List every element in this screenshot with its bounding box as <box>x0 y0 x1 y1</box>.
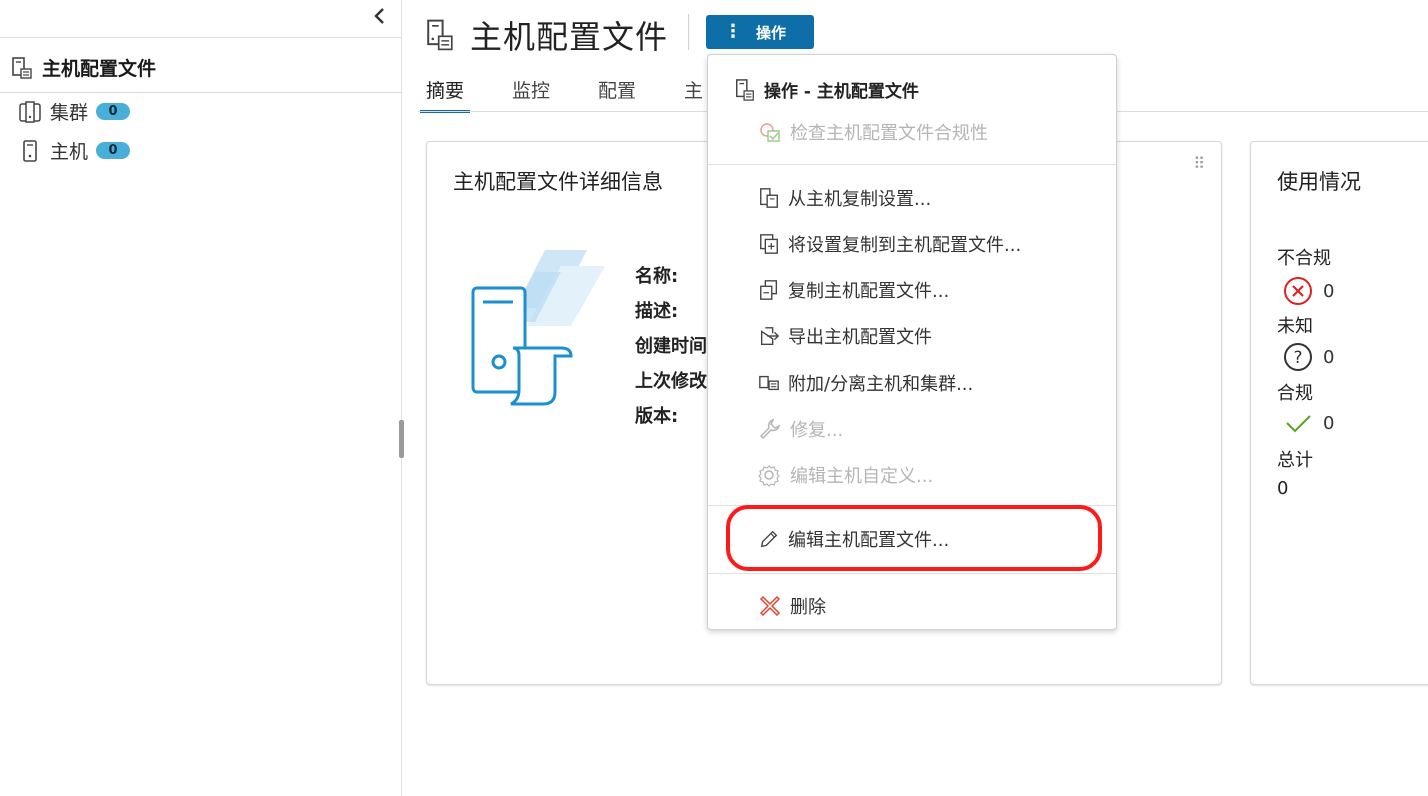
menu-item-label: 导出主机配置文件 <box>788 327 932 348</box>
wrench-icon <box>759 418 781 440</box>
navigator-item-host[interactable]: 主机 0 <box>18 137 131 164</box>
tab-monitor[interactable]: 监控 <box>510 72 552 112</box>
attach-icon <box>759 375 779 391</box>
navigator-root-item[interactable]: 主机配置文件 <box>10 54 156 81</box>
menu-item-check-compliance[interactable]: 检查主机配置文件合规性 <box>758 119 988 145</box>
menu-item-copy-from-host[interactable]: 从主机复制设置... <box>758 185 931 211</box>
noncompliant-row[interactable]: 0 <box>1283 276 1334 306</box>
tab-configure[interactable]: 配置 <box>596 72 638 112</box>
copy-to-profile-icon <box>760 234 778 254</box>
menu-item-export-profile[interactable]: 导出主机配置文件 <box>758 323 932 349</box>
field-name-label: 名称: <box>635 266 679 287</box>
export-icon <box>760 327 780 345</box>
unknown-label: 未知 <box>1277 316 1313 337</box>
usage-card: 使用情况 不合规 0 未知 ? 0 合规 0 总计 0 <box>1250 141 1428 685</box>
check-compliance-icon <box>760 123 780 142</box>
drag-handle-icon[interactable]: ⠿ <box>1193 156 1207 172</box>
noncompliant-count: 0 <box>1323 280 1335 302</box>
host-profile-icon <box>736 78 754 101</box>
unknown-row[interactable]: ? 0 <box>1283 342 1334 372</box>
actions-button[interactable]: ⋮ 操作 <box>706 15 814 49</box>
gear-wrench-icon <box>758 465 780 487</box>
copy-from-host-icon <box>760 188 778 208</box>
actions-menu-header-label: 操作 - 主机配置文件 <box>764 82 919 102</box>
usage-card-title: 使用情况 <box>1277 170 1361 194</box>
more-vertical-icon: ⋮ <box>724 21 742 42</box>
navigator-divider <box>0 37 402 38</box>
title-divider <box>688 14 689 50</box>
unknown-count: 0 <box>1323 346 1335 368</box>
pane-resize-handle[interactable] <box>399 420 404 458</box>
actions-button-label: 操作 <box>756 23 787 42</box>
menu-item-label: 复制主机配置文件... <box>788 281 950 302</box>
delete-icon <box>759 595 781 617</box>
host-icon <box>23 139 37 162</box>
tab-bar: 摘要 监控 配置 主 <box>419 72 749 113</box>
navigator-pane: 主机配置文件 集群 0 主机 0 <box>0 0 402 796</box>
check-icon <box>1286 415 1311 433</box>
menu-divider <box>708 505 1116 506</box>
page-title: 主机配置文件 <box>470 18 669 56</box>
details-card-title: 主机配置文件详细信息 <box>453 170 663 194</box>
tab-hosts[interactable]: 主 <box>682 72 705 112</box>
field-created-label: 创建时间 <box>635 336 707 357</box>
compliant-count: 0 <box>1323 412 1335 434</box>
menu-item-label: 检查主机配置文件合规性 <box>790 123 988 144</box>
menu-divider <box>708 164 1116 165</box>
menu-item-attach-detach[interactable]: 附加/分离主机和集群... <box>758 370 973 396</box>
menu-item-label: 将设置复制到主机配置文件... <box>788 235 1022 256</box>
total-count: 0 <box>1277 478 1289 499</box>
menu-item-label: 附加/分离主机和集群... <box>788 374 974 395</box>
svg-text:?: ? <box>1293 348 1302 368</box>
total-label: 总计 <box>1277 450 1313 471</box>
tab-summary[interactable]: 摘要 <box>419 72 471 113</box>
actions-menu: 操作 - 主机配置文件 检查主机配置文件合规性 从主机复制设置... 将设置复制… <box>707 54 1117 630</box>
menu-item-label: 修复... <box>790 420 844 441</box>
navigator-root-divider <box>0 92 402 93</box>
count-badge: 0 <box>96 142 131 159</box>
menu-item-remediate[interactable]: 修复... <box>758 416 843 442</box>
menu-item-duplicate-profile[interactable]: 复制主机配置文件... <box>758 277 949 303</box>
menu-item-label: 编辑主机配置文件... <box>788 530 950 551</box>
menu-item-copy-to-profile[interactable]: 将设置复制到主机配置文件... <box>758 231 1021 257</box>
cluster-icon <box>19 100 41 123</box>
page-header: 主机配置文件 <box>424 12 668 58</box>
menu-item-label: 从主机复制设置... <box>788 189 932 210</box>
question-circle-icon: ? <box>1284 343 1312 371</box>
actions-menu-header: 操作 - 主机配置文件 <box>734 77 919 102</box>
count-badge: 0 <box>96 103 131 120</box>
navigator-item-label: 主机 <box>50 141 89 163</box>
collapse-navigator-button[interactable] <box>368 4 392 28</box>
menu-item-delete[interactable]: 删除 <box>758 593 826 619</box>
field-description-label: 描述: <box>635 301 679 322</box>
host-profile-icon <box>12 56 32 79</box>
menu-divider <box>708 573 1116 574</box>
navigator-root-label: 主机配置文件 <box>42 58 157 80</box>
navigator-item-label: 集群 <box>50 102 89 124</box>
noncompliant-label: 不合规 <box>1277 248 1331 269</box>
details-field-list: 名称: 描述: 创建时间 上次修改 版本: <box>635 262 707 427</box>
host-profile-illustration-icon <box>471 250 605 406</box>
error-circle-icon <box>1284 277 1312 305</box>
navigator-item-cluster[interactable]: 集群 0 <box>18 98 131 125</box>
field-version-label: 版本: <box>635 406 679 427</box>
compliant-row[interactable]: 0 <box>1283 408 1334 438</box>
pencil-icon <box>760 530 778 548</box>
menu-item-label: 删除 <box>790 597 826 618</box>
menu-item-edit-customization[interactable]: 编辑主机自定义... <box>758 462 933 488</box>
menu-item-label: 编辑主机自定义... <box>790 466 934 487</box>
duplicate-icon <box>760 280 778 300</box>
field-modified-label: 上次修改 <box>635 371 707 392</box>
chevron-left-icon <box>374 8 384 24</box>
menu-item-edit-profile[interactable]: 编辑主机配置文件... <box>758 526 949 552</box>
app-root: 主机配置文件 集群 0 主机 0 主机配置文件 ⋮ 操作 摘要 监控 配置 主 … <box>0 0 1428 796</box>
compliant-label: 合规 <box>1277 383 1313 404</box>
host-profile-icon <box>427 19 453 51</box>
